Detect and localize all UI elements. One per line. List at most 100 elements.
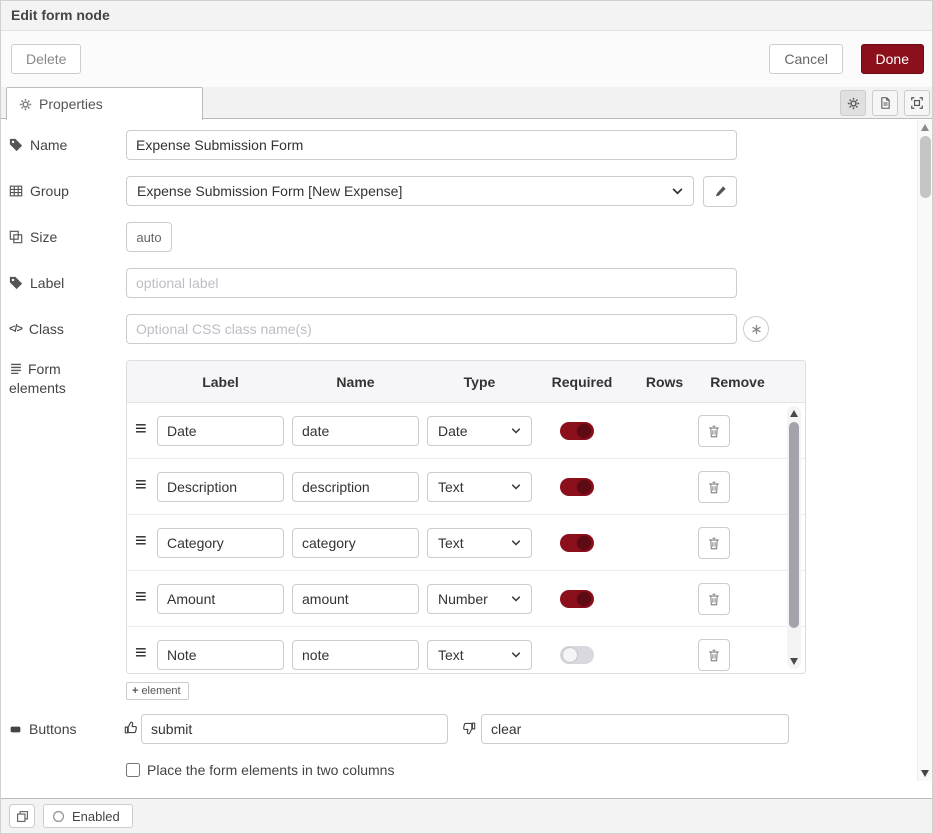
cancel-button[interactable]: Cancel: [769, 44, 843, 74]
toggle-knob: [577, 480, 591, 494]
dialog-button-bar: Delete Cancel Done: [1, 31, 932, 87]
layers-icon: [16, 810, 29, 823]
label-field-label: Label: [9, 268, 64, 298]
element-row-note: ≡ Text: [127, 627, 805, 673]
enabled-label: Enabled: [72, 809, 120, 824]
col-header-rows: Rows: [632, 361, 697, 403]
element-type-select[interactable]: Number: [427, 584, 532, 614]
remove-row-button[interactable]: [698, 471, 730, 503]
scrollbar-thumb[interactable]: [920, 136, 931, 198]
element-label-input[interactable]: [157, 584, 284, 614]
form-elements-field-label: Form elements: [9, 360, 97, 398]
col-header-label: Label: [157, 361, 284, 403]
required-toggle[interactable]: [560, 646, 594, 664]
element-type-value: Date: [438, 423, 468, 439]
two-columns-label: Place the form elements in two columns: [147, 762, 394, 778]
submit-button-label-input[interactable]: [141, 714, 448, 744]
sparkle-icon: [751, 324, 762, 335]
element-type-value: Text: [438, 479, 464, 495]
done-button[interactable]: Done: [861, 44, 924, 74]
edit-form-node-dialog: Edit form node Delete Cancel Done Proper…: [0, 0, 933, 834]
scroll-down-arrow[interactable]: [921, 770, 929, 777]
remove-row-button[interactable]: [698, 583, 730, 615]
element-type-value: Number: [438, 591, 488, 607]
remove-row-button[interactable]: [698, 415, 730, 447]
size-button[interactable]: auto: [126, 222, 172, 252]
trash-icon: [707, 480, 721, 495]
remove-row-button[interactable]: [698, 639, 730, 671]
remove-row-button[interactable]: [698, 527, 730, 559]
label-field-label-text: Label: [30, 275, 64, 291]
label-input[interactable]: [126, 268, 737, 298]
node-description-button[interactable]: [872, 90, 898, 116]
tab-properties[interactable]: Properties: [6, 87, 203, 120]
trash-icon: [707, 592, 721, 607]
trash-icon: [707, 424, 721, 439]
required-toggle[interactable]: [560, 590, 594, 608]
element-row-description: ≡ Text: [127, 459, 805, 515]
scroll-up-arrow[interactable]: [790, 410, 798, 417]
required-toggle[interactable]: [560, 478, 594, 496]
elements-table-body: ≡ Date ≡ Te: [127, 403, 805, 673]
element-name-input[interactable]: [292, 584, 419, 614]
circle-icon: [52, 810, 65, 823]
element-name-input[interactable]: [292, 640, 419, 670]
group-select[interactable]: Expense Submission Form [New Expense]: [126, 176, 694, 206]
size-field-label: Size: [9, 222, 57, 252]
class-input[interactable]: [126, 314, 737, 344]
node-appearance-button[interactable]: [904, 90, 930, 116]
element-name-input[interactable]: [292, 528, 419, 558]
element-type-select[interactable]: Text: [427, 472, 532, 502]
required-toggle[interactable]: [560, 534, 594, 552]
drag-handle-icon[interactable]: ≡: [135, 531, 147, 551]
add-element-button[interactable]: + element: [126, 682, 189, 700]
element-type-select[interactable]: Text: [427, 640, 532, 670]
element-name-input[interactable]: [292, 416, 419, 446]
class-helper-button[interactable]: [743, 316, 769, 342]
drag-handle-icon[interactable]: ≡: [135, 587, 147, 607]
element-type-select[interactable]: Date: [427, 416, 532, 446]
clear-button-label-input[interactable]: [481, 714, 789, 744]
chevron-down-icon: [511, 484, 521, 490]
element-label-input[interactable]: [157, 528, 284, 558]
elements-table-header: Label Name Type Required Rows Remove: [127, 361, 805, 403]
toggle-knob: [577, 536, 591, 550]
info-panel-button[interactable]: [9, 804, 35, 828]
elements-list-scrollbar[interactable]: [787, 406, 801, 669]
two-columns-checkbox[interactable]: [126, 763, 140, 777]
enabled-toggle-button[interactable]: Enabled: [43, 804, 133, 828]
col-header-name: Name: [292, 361, 419, 403]
scrollbar-thumb[interactable]: [789, 422, 799, 628]
table-icon: [9, 184, 23, 198]
element-label-input[interactable]: [157, 416, 284, 446]
name-field-label-text: Name: [30, 137, 67, 153]
drag-handle-icon[interactable]: ≡: [135, 643, 147, 663]
element-label-input[interactable]: [157, 640, 284, 670]
thumbs-up-icon: [124, 721, 138, 735]
name-input[interactable]: [126, 130, 737, 160]
node-settings-button[interactable]: [840, 90, 866, 116]
edit-group-button[interactable]: [703, 176, 737, 207]
scroll-down-arrow[interactable]: [790, 658, 798, 665]
element-row-category: ≡ Text: [127, 515, 805, 571]
scroll-up-arrow[interactable]: [921, 124, 929, 131]
buttons-icon: [9, 723, 22, 736]
trash-icon: [707, 536, 721, 551]
toggle-knob: [577, 592, 591, 606]
plus-icon: +: [132, 685, 138, 697]
drag-handle-icon[interactable]: ≡: [135, 475, 147, 495]
two-columns-row: Place the form elements in two columns: [126, 762, 394, 778]
element-label-input[interactable]: [157, 472, 284, 502]
dialog-title: Edit form node: [1, 1, 932, 31]
chevron-down-icon: [672, 188, 683, 195]
tab-properties-label: Properties: [39, 96, 103, 112]
required-toggle[interactable]: [560, 422, 594, 440]
element-row-date: ≡ Date: [127, 403, 805, 459]
element-name-input[interactable]: [292, 472, 419, 502]
delete-button[interactable]: Delete: [11, 44, 81, 74]
drag-handle-icon[interactable]: ≡: [135, 419, 147, 439]
main-scrollbar[interactable]: [917, 120, 932, 781]
thumbs-down-icon: [462, 721, 476, 735]
element-type-select[interactable]: Text: [427, 528, 532, 558]
expand-icon: [910, 96, 924, 110]
